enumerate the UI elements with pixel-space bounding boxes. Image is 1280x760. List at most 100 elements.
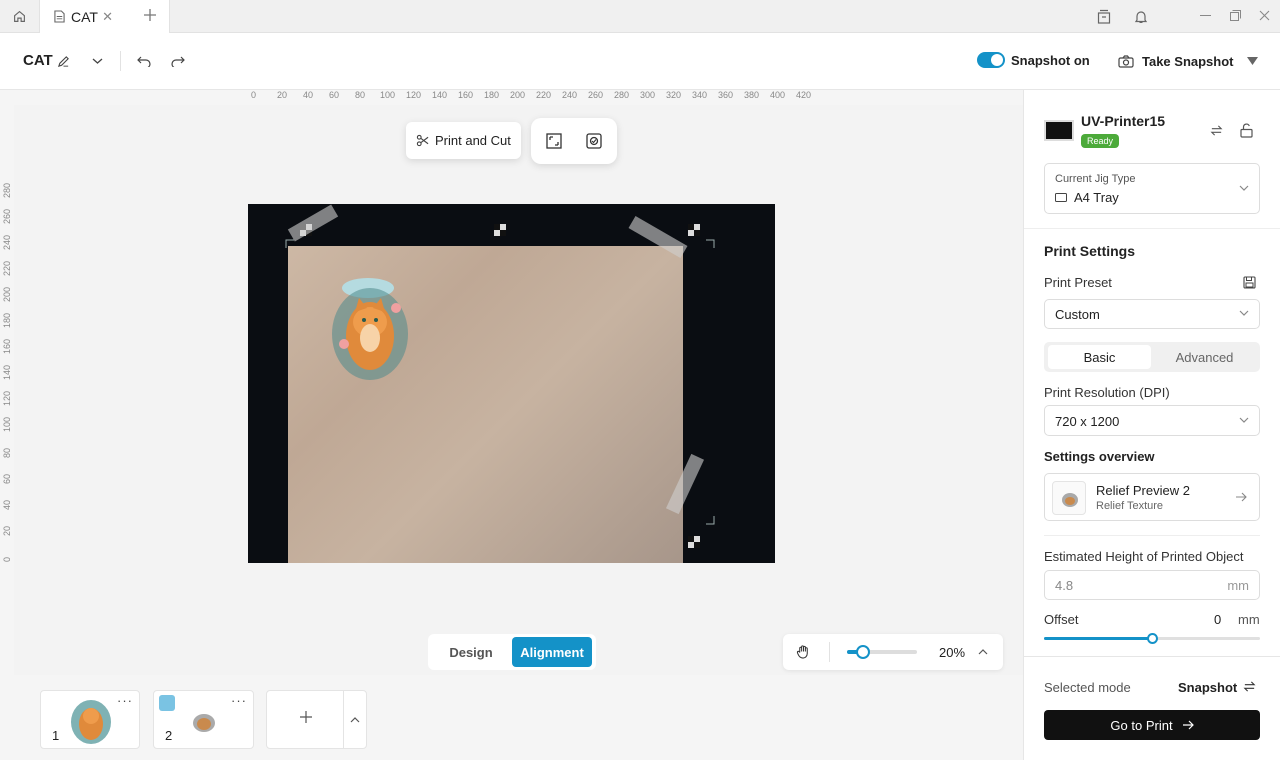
fit-frame-icon[interactable] [546,133,562,149]
bell-icon[interactable] [1134,9,1148,24]
print-and-cut-button[interactable]: Print and Cut [406,122,521,159]
ruler-tick: 320 [666,90,682,100]
print-resolution-dropdown[interactable]: 720 x 1200 [1044,405,1260,436]
offset-slider-fill [1044,637,1152,640]
restore-icon[interactable] [1230,10,1241,21]
ruler-tick: 80 [355,90,366,100]
tab-bar [0,0,1280,33]
take-snapshot-button[interactable]: Take Snapshot [1118,51,1234,71]
go-to-print-label: Go to Print [1110,717,1173,733]
ruler-tick: 160 [458,90,474,100]
canvas-tools-group [531,118,617,164]
zoom-value: 20% [939,645,966,660]
ruler-tick: 260 [2,208,12,224]
window-close-icon[interactable] [1259,10,1270,21]
printer-name: UV-Printer15 [1081,113,1166,129]
printer-status-badge: Ready [1081,134,1120,148]
estimated-height-input[interactable]: 4.8 mm [1044,570,1260,600]
tab-advanced[interactable]: Advanced [1153,345,1256,369]
auto-align-icon[interactable] [586,133,602,149]
new-tab-button[interactable] [143,8,157,22]
ruler-tick: 140 [2,364,12,380]
horizontal-ruler: 0 20 40 60 80 100 120 140 160 180 200 22… [248,90,848,104]
home-tab[interactable] [0,0,40,33]
print-preset-dropdown[interactable]: Custom [1044,299,1260,329]
ruler-tick: 0 [2,556,12,562]
ruler-tick: 80 [2,447,12,458]
print-preset-label: Print Preset [1044,275,1112,290]
jig-markers [285,204,715,548]
zoom-options-chevron-icon[interactable] [978,648,988,655]
ruler-tick: 360 [718,90,734,100]
redo-icon[interactable] [171,55,185,67]
ruler-tick: 140 [432,90,448,100]
camera-snapshot-image[interactable] [248,204,775,563]
plus-icon [300,711,312,723]
ruler-tick: 160 [2,338,12,354]
toolbar-divider [120,51,121,71]
edit-title-icon[interactable] [57,55,70,68]
overview-title: Relief Preview 2 [1096,483,1190,498]
cat-design-image[interactable] [330,274,410,382]
unlock-icon[interactable] [1240,123,1253,138]
arrow-right-icon [1182,720,1194,730]
switch-mode-icon[interactable] [1243,680,1256,693]
ruler-tick: 380 [744,90,760,100]
thumbnail-number: 1 [52,728,60,743]
jig-type-dropdown[interactable]: Current Jig Type A4 Tray [1044,163,1260,214]
ruler-tick: 200 [2,286,12,302]
project-menu-chevron-icon[interactable] [92,57,103,65]
print-settings-title: Print Settings [1044,243,1136,259]
ruler-tick: 0 [251,90,257,100]
settings-overview-label: Settings overview [1044,449,1155,464]
alignment-mode-button[interactable]: Alignment [512,637,592,667]
chevron-down-icon [1239,417,1249,424]
zoom-slider-handle[interactable] [856,645,870,659]
ruler-tick: 400 [770,90,786,100]
jig-type-label: Current Jig Type [1055,173,1136,185]
ruler-tick: 100 [2,416,12,432]
print-and-cut-label: Print and Cut [435,133,511,148]
ruler-tick: 120 [406,90,422,100]
zoom-divider [829,642,830,662]
snapshot-options-caret-icon[interactable] [1247,57,1258,65]
offset-slider-handle[interactable] [1147,633,1158,644]
go-to-print-button[interactable]: Go to Print [1044,710,1260,740]
page-thumbnail-1[interactable]: 1 ··· [40,690,140,749]
page-thumbnail-2[interactable]: 2 ··· [153,690,254,749]
ruler-tick: 20 [2,525,12,536]
settings-overview-card[interactable]: Relief Preview 2 Relief Texture [1044,473,1260,521]
thumbnail-more-button[interactable]: ··· [117,693,133,708]
camera-icon [1118,54,1134,68]
panel-divider [1044,535,1260,536]
design-mode-button[interactable]: Design [443,637,499,667]
storage-icon[interactable] [1097,9,1111,24]
ruler-tick: 260 [588,90,604,100]
print-resolution-value: 720 x 1200 [1055,414,1120,429]
close-tab-icon[interactable]: ✕ [102,9,113,25]
snapshot-toggle[interactable] [977,52,1005,68]
save-preset-icon[interactable] [1243,276,1256,289]
chevron-down-icon [1239,310,1249,317]
offset-value: 0 [1214,612,1222,627]
minimize-icon[interactable] [1200,15,1211,17]
add-page-button[interactable] [266,690,367,749]
expand-thumbnails-chevron-icon[interactable] [350,716,360,723]
take-snapshot-label: Take Snapshot [1142,53,1234,69]
undo-icon[interactable] [137,55,151,67]
thumbnail-cat-image [70,696,112,744]
ruler-tick: 120 [2,390,12,406]
overview-subtitle: Relief Texture [1096,500,1164,512]
tab-basic[interactable]: Basic [1048,345,1151,369]
pan-hand-icon[interactable] [796,644,811,659]
switch-printer-icon[interactable] [1210,124,1223,137]
ruler-tick: 220 [536,90,552,100]
panel-divider [1024,656,1280,657]
arrow-right-icon [1236,492,1247,502]
ruler-tick: 200 [510,90,526,100]
ruler-tick: 20 [277,90,288,100]
home-icon [13,10,26,23]
thumbnail-more-button[interactable]: ··· [231,693,247,708]
ruler-tick: 40 [2,499,12,510]
ruler-tick: 60 [2,473,12,484]
